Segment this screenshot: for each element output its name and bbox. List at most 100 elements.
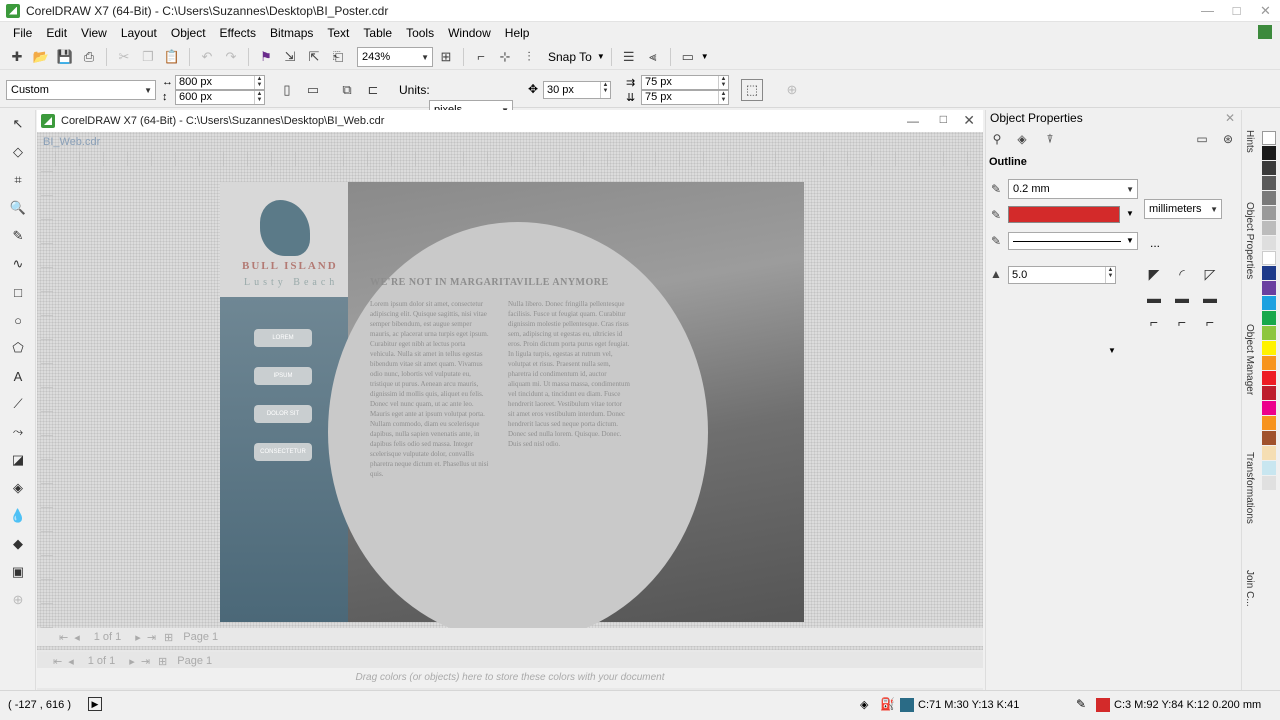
palette-swatch[interactable] [1262, 146, 1276, 160]
nav-button[interactable]: CONSECTETUR [254, 443, 312, 461]
eyedropper-icon[interactable]: 💧 [0, 502, 36, 530]
connector-tool-icon[interactable]: ⤳ [0, 418, 36, 446]
save-icon[interactable]: 💾 [54, 46, 76, 68]
menu-table[interactable]: Table [356, 26, 399, 40]
palette-swatch[interactable] [1262, 296, 1276, 310]
menu-view[interactable]: View [74, 26, 114, 40]
menu-layout[interactable]: Layout [114, 26, 164, 40]
print-icon[interactable]: ⎙ [78, 46, 100, 68]
new-document-icon[interactable]: ✚ [6, 46, 28, 68]
all-pages-icon[interactable]: ⧉ [336, 79, 358, 101]
nav-button[interactable]: LOREM [254, 329, 312, 347]
document-tab[interactable]: BI_Web.cdr [43, 136, 100, 148]
outside-position-icon[interactable]: ⌐ [1146, 314, 1162, 330]
inside-position-icon[interactable]: ⌐ [1202, 314, 1218, 330]
menu-effects[interactable]: Effects [213, 26, 263, 40]
next-page-icon[interactable]: ▸ [129, 655, 135, 668]
tab-hints[interactable]: Hints [1244, 130, 1255, 153]
close-button[interactable]: ✕ [1251, 0, 1280, 22]
menu-object[interactable]: Object [164, 26, 213, 40]
tab-object-manager[interactable]: Object Manager [1244, 324, 1255, 395]
document-palette[interactable]: Drag colors (or objects) here to store t… [37, 668, 983, 688]
palette-swatch[interactable] [1262, 206, 1276, 220]
snap-to-dropdown[interactable]: Snap To [548, 50, 592, 64]
page-border-icon[interactable]: ⬚ [741, 79, 763, 101]
search-content-icon[interactable]: ⚑ [255, 46, 277, 68]
options-icon[interactable]: ☰ [618, 46, 640, 68]
open-icon[interactable]: 📂 [30, 46, 52, 68]
transparency-icon[interactable]: ⍒ [1042, 132, 1058, 148]
drawing-canvas[interactable]: BI_Web.cdr BULL ISLAND Lusty Beach LOREM… [37, 132, 983, 650]
palette-swatch[interactable] [1262, 176, 1276, 190]
outline-color-swatch[interactable] [1096, 698, 1110, 712]
undo-icon[interactable]: ↶ [196, 46, 218, 68]
show-grid-icon[interactable]: ⊹ [494, 46, 516, 68]
line-style-combo[interactable] [1008, 232, 1138, 250]
menu-text[interactable]: Text [320, 26, 356, 40]
chevron-down-icon[interactable]: ▼ [1126, 209, 1134, 218]
outline-units-combo[interactable]: millimeters ▼ [1144, 199, 1222, 219]
application-launcher-icon[interactable]: ▭ [677, 46, 699, 68]
paste-icon[interactable]: 📋 [161, 46, 183, 68]
palette-swatch[interactable] [1262, 236, 1276, 250]
miter-limit-input[interactable]: 5.0 ▲ ▼ [1008, 266, 1116, 284]
nudge-distance-input[interactable]: 30 px ▲ ▼ [543, 81, 611, 99]
butt-cap-icon[interactable]: ▬ [1146, 290, 1162, 306]
palette-swatch[interactable] [1262, 386, 1276, 400]
frame-icon[interactable]: ▭ [1194, 132, 1210, 148]
publish-pdf-icon[interactable]: ⎗ [327, 46, 349, 68]
palette-swatch[interactable] [1262, 221, 1276, 235]
duplicate-x-input[interactable]: 75 px ▲ ▼ [641, 75, 729, 90]
spinner-icon[interactable]: ▲ ▼ [254, 76, 264, 89]
palette-swatch[interactable] [1262, 476, 1276, 490]
palette-swatch[interactable] [1262, 131, 1276, 145]
palette-swatch[interactable] [1262, 356, 1276, 370]
rectangle-tool-icon[interactable]: □ [0, 278, 36, 306]
palette-swatch[interactable] [1262, 416, 1276, 430]
close-icon[interactable]: ✕ [1225, 111, 1235, 125]
palette-swatch[interactable] [1262, 266, 1276, 280]
portrait-icon[interactable]: ▯ [276, 79, 298, 101]
tab-object-properties[interactable]: Object Properties [1244, 202, 1255, 279]
zoom-level-combo[interactable]: 243% ▼ [357, 46, 433, 67]
last-page-icon[interactable]: ⇥ [141, 655, 150, 668]
shape-tool-icon[interactable]: ◇ [0, 138, 36, 166]
last-page-icon[interactable]: ⇥ [147, 631, 156, 644]
palette-swatch[interactable] [1262, 161, 1276, 175]
menu-help[interactable]: Help [498, 26, 537, 40]
menu-bitmaps[interactable]: Bitmaps [263, 26, 320, 40]
palette-swatch[interactable] [1262, 401, 1276, 415]
redo-icon[interactable]: ↷ [220, 46, 242, 68]
chevron-down-icon[interactable]: ▼ [1126, 236, 1134, 245]
palette-swatch[interactable] [1262, 251, 1276, 265]
first-page-icon[interactable]: ⇤ [59, 631, 68, 644]
next-page-icon[interactable]: ▸ [135, 631, 141, 644]
nav-button[interactable]: DOLOR SIT [254, 405, 312, 423]
align-distribute-icon[interactable]: ⫷ [642, 46, 664, 68]
duplicate-y-input[interactable]: 75 px ▲ ▼ [641, 90, 729, 105]
center-position-icon[interactable]: ⌐ [1174, 314, 1190, 330]
add-tool-icon[interactable]: ⊕ [0, 586, 36, 614]
play-icon[interactable]: ▶ [88, 697, 102, 711]
zoom-tool-icon[interactable]: 🔍 [0, 194, 36, 222]
smart-fill-icon[interactable]: ▣ [0, 558, 36, 586]
palette-swatch[interactable] [1262, 341, 1276, 355]
round-corner-icon[interactable]: ◜ [1174, 266, 1190, 282]
spinner-icon[interactable]: ▲ ▼ [254, 91, 264, 104]
palette-swatch[interactable] [1262, 281, 1276, 295]
spinner-icon[interactable]: ▲ ▼ [718, 76, 728, 89]
spinner-icon[interactable]: ▲ ▼ [718, 91, 728, 104]
add-page-icon[interactable]: ⊞ [158, 655, 167, 668]
poster-page[interactable]: BULL ISLAND Lusty Beach LOREM IPSUM DOLO… [220, 182, 804, 642]
tab-join-curves[interactable]: Join C... [1244, 570, 1255, 607]
menu-edit[interactable]: Edit [39, 26, 74, 40]
fill-color-swatch[interactable] [900, 698, 914, 712]
close-icon[interactable]: ✕ [963, 112, 975, 129]
spinner-icon[interactable]: ▲ ▼ [1105, 267, 1115, 283]
menu-window[interactable]: Window [441, 26, 498, 40]
minimize-button[interactable]: — [1193, 0, 1222, 22]
transparency-tool-icon[interactable]: ◈ [0, 474, 36, 502]
show-guidelines-icon[interactable]: ⫶ [518, 46, 540, 68]
freehand-tool-icon[interactable]: ✎ [0, 222, 36, 250]
export-icon[interactable]: ⇱ [303, 46, 325, 68]
